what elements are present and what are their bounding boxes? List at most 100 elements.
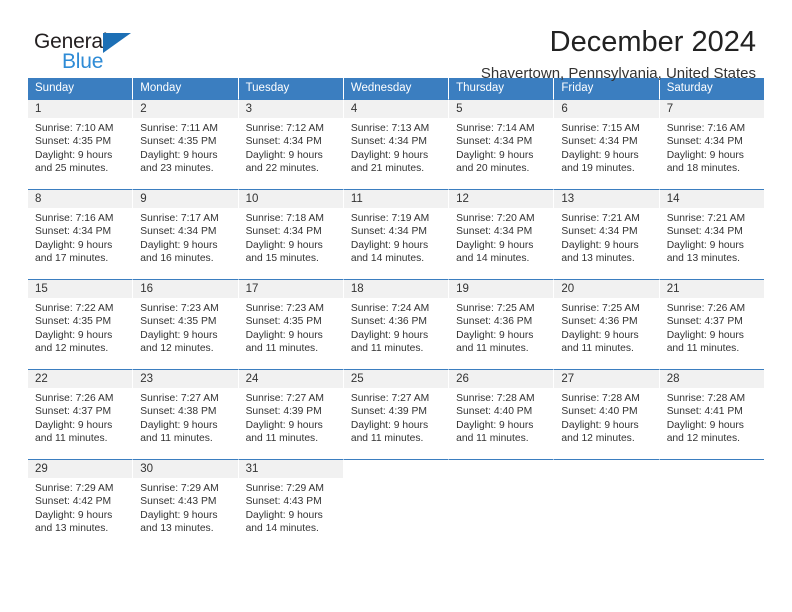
calendar-day-cell[interactable]: 31 Sunrise: 7:29 AM Sunset: 4:43 PM Dayligh… [238,459,344,549]
daylight-text-line1: Daylight: 9 hours [561,329,639,341]
calendar-day-cell[interactable]: 4 Sunrise: 7:13 AM Sunset: 4:34 PM Daylight… [343,99,450,189]
day-number: 11 [343,190,449,208]
calendar-day-cell[interactable]: 5 Sunrise: 7:14 AM Sunset: 4:34 PM Daylight… [449,99,555,189]
calendar-day-cell[interactable]: 3 Sunrise: 7:12 AM Sunset: 4:34 PM Daylight… [238,99,344,189]
daylight-text-line1: Daylight: 9 hours [140,329,218,341]
daylight-text-line2: and 13 minutes. [666,253,740,265]
calendar-day-cell[interactable]: 9 Sunrise: 7:17 AM Sunset: 4:34 PM Daylight… [133,189,239,279]
day-details: Sunrise: 7:24 AM Sunset: 4:36 PM Daylight:… [344,298,448,356]
daylight-text-line1: Daylight: 9 hours [35,329,113,341]
calendar-day-cell[interactable]: 29 Sunrise: 7:29 AM Sunset: 4:42 PM Dayligh… [28,459,134,549]
calendar-day-cell[interactable]: 24 Sunrise: 7:27 AM Sunset: 4:39 PM Dayligh… [238,369,344,459]
calendar-day-cell[interactable]: 23 Sunrise: 7:27 AM Sunset: 4:38 PM Dayligh… [133,369,239,459]
day-details: Sunrise: 7:21 AM Sunset: 4:34 PM Daylight:… [660,208,764,266]
daylight-text-line1: Daylight: 9 hours [666,419,744,431]
calendar-day-cell[interactable]: 13 Sunrise: 7:21 AM Sunset: 4:34 PM Dayligh… [554,189,660,279]
daylight-text-line1: Daylight: 9 hours [140,149,218,161]
calendar-day-cell-empty [659,459,764,549]
sunrise-text: Sunrise: 7:12 AM [245,123,324,134]
daylight-text-line2: and 14 minutes. [245,523,319,535]
daylight-text-line1: Daylight: 9 hours [561,419,639,431]
calendar-day-cell[interactable]: 16 Sunrise: 7:23 AM Sunset: 4:35 PM Dayligh… [133,279,239,369]
calendar-day-cell[interactable]: 21 Sunrise: 7:26 AM Sunset: 4:37 PM Dayligh… [659,279,764,369]
sunrise-text: Sunrise: 7:24 AM [350,303,430,314]
sunrise-text: Sunrise: 7:23 AM [140,303,219,314]
daylight-text-line1: Daylight: 9 hours [456,419,534,431]
sunset-text: Sunset: 4:34 PM [561,136,638,148]
calendar-day-cell[interactable]: 6 Sunrise: 7:15 AM Sunset: 4:34 PM Daylight… [554,99,660,189]
calendar-day-cell[interactable]: 25 Sunrise: 7:27 AM Sunset: 4:39 PM Dayligh… [343,369,450,459]
day-number: 14 [659,190,764,208]
day-number: 6 [554,100,659,118]
calendar-day-cell[interactable]: 10 Sunrise: 7:18 AM Sunset: 4:34 PM Dayligh… [238,189,344,279]
sunset-text: Sunset: 4:43 PM [245,496,322,508]
calendar-day-cell[interactable]: 18 Sunrise: 7:24 AM Sunset: 4:36 PM Dayligh… [343,279,450,369]
day-details: Sunrise: 7:15 AM Sunset: 4:34 PM Daylight:… [554,118,658,176]
calendar-day-cell[interactable]: 8 Sunrise: 7:16 AM Sunset: 4:34 PM Daylight… [28,189,134,279]
calendar-day-cell[interactable]: 15 Sunrise: 7:22 AM Sunset: 4:35 PM Dayligh… [28,279,134,369]
daylight-text-line1: Daylight: 9 hours [350,239,429,251]
day-number: 26 [449,370,554,388]
sunrise-text: Sunrise: 7:18 AM [245,213,324,224]
calendar-day-cell[interactable]: 28 Sunrise: 7:28 AM Sunset: 4:41 PM Dayligh… [659,369,764,459]
calendar-week-row: 15 Sunrise: 7:22 AM Sunset: 4:35 PM Dayligh… [28,279,764,369]
sunset-text: Sunset: 4:40 PM [456,406,533,418]
sunset-text: Sunset: 4:34 PM [350,136,427,148]
weekday-header-monday: Monday [133,78,239,99]
calendar-day-cell[interactable]: 22 Sunrise: 7:26 AM Sunset: 4:37 PM Dayligh… [28,369,134,459]
sunrise-text: Sunrise: 7:25 AM [561,303,640,314]
day-number: 1 [28,100,133,118]
day-number: 23 [133,370,238,388]
day-details: Sunrise: 7:16 AM Sunset: 4:34 PM Daylight:… [28,208,132,266]
calendar-day-cell[interactable]: 2 Sunrise: 7:11 AM Sunset: 4:35 PM Daylight… [133,99,239,189]
calendar-day-cell[interactable]: 12 Sunrise: 7:20 AM Sunset: 4:34 PM Dayligh… [449,189,555,279]
daylight-text-line2: and 14 minutes. [350,253,425,265]
daylight-text-line2: and 11 minutes. [456,343,529,355]
calendar-day-cell[interactable]: 7 Sunrise: 7:16 AM Sunset: 4:34 PM Daylight… [659,99,764,189]
calendar-day-cell[interactable]: 30 Sunrise: 7:29 AM Sunset: 4:43 PM Dayligh… [133,459,239,549]
calendar-week-row: 29 Sunrise: 7:29 AM Sunset: 4:42 PM Dayligh… [28,459,764,549]
calendar-day-cell[interactable]: 14 Sunrise: 7:21 AM Sunset: 4:34 PM Dayligh… [659,189,764,279]
calendar-day-cell[interactable]: 20 Sunrise: 7:25 AM Sunset: 4:36 PM Dayligh… [554,279,660,369]
general-blue-logo[interactable]: General Blue [34,30,154,78]
day-details: Sunrise: 7:25 AM Sunset: 4:36 PM Daylight:… [449,298,553,356]
daylight-text-line2: and 11 minutes. [245,343,319,355]
daylight-text-line2: and 18 minutes. [666,163,740,175]
daylight-text-line2: and 23 minutes. [140,163,214,175]
sunrise-text: Sunrise: 7:21 AM [666,213,746,224]
daylight-text-line2: and 12 minutes. [561,433,635,445]
daylight-text-line1: Daylight: 9 hours [561,239,639,251]
sunset-text: Sunset: 4:43 PM [140,496,217,508]
sunset-text: Sunset: 4:34 PM [245,226,322,238]
daylight-text-line2: and 11 minutes. [350,433,424,445]
day-number: 4 [343,100,449,118]
day-number: 18 [343,280,449,298]
day-details: Sunrise: 7:27 AM Sunset: 4:38 PM Daylight:… [133,388,237,446]
calendar-page: General Blue December 2024 Shavertown, P… [0,0,792,612]
calendar-day-cell[interactable]: 26 Sunrise: 7:28 AM Sunset: 4:40 PM Dayligh… [449,369,555,459]
calendar-day-cell[interactable]: 1 Sunrise: 7:10 AM Sunset: 4:35 PM Daylight… [28,99,134,189]
day-number: 13 [554,190,659,208]
calendar-day-cell[interactable]: 17 Sunrise: 7:23 AM Sunset: 4:35 PM Dayligh… [238,279,344,369]
sunrise-text: Sunrise: 7:22 AM [35,303,114,314]
day-number [554,460,658,478]
sunrise-text: Sunrise: 7:14 AM [456,123,535,134]
daylight-text-line1: Daylight: 9 hours [140,509,218,521]
calendar-day-cell-empty [343,459,450,549]
sunset-text: Sunset: 4:36 PM [561,316,638,328]
calendar-day-cell[interactable]: 11 Sunrise: 7:19 AM Sunset: 4:34 PM Dayligh… [343,189,450,279]
location-subtitle: Shavertown, Pennsylvania, United States [480,65,756,82]
day-number: 19 [449,280,554,298]
day-number: 31 [238,460,343,478]
daylight-text-line2: and 12 minutes. [666,433,740,445]
sunset-text: Sunset: 4:39 PM [350,406,427,418]
weekday-header-wednesday: Wednesday [343,78,450,99]
calendar-day-cell[interactable]: 27 Sunrise: 7:28 AM Sunset: 4:40 PM Dayligh… [554,369,660,459]
sunset-text: Sunset: 4:35 PM [140,316,217,328]
sunset-text: Sunset: 4:34 PM [140,226,217,238]
daylight-text-line2: and 13 minutes. [561,253,635,265]
day-details: Sunrise: 7:17 AM Sunset: 4:34 PM Daylight:… [133,208,237,266]
day-details: Sunrise: 7:29 AM Sunset: 4:43 PM Daylight:… [133,478,237,536]
calendar-day-cell[interactable]: 19 Sunrise: 7:25 AM Sunset: 4:36 PM Dayligh… [449,279,555,369]
day-details: Sunrise: 7:14 AM Sunset: 4:34 PM Daylight:… [449,118,553,176]
